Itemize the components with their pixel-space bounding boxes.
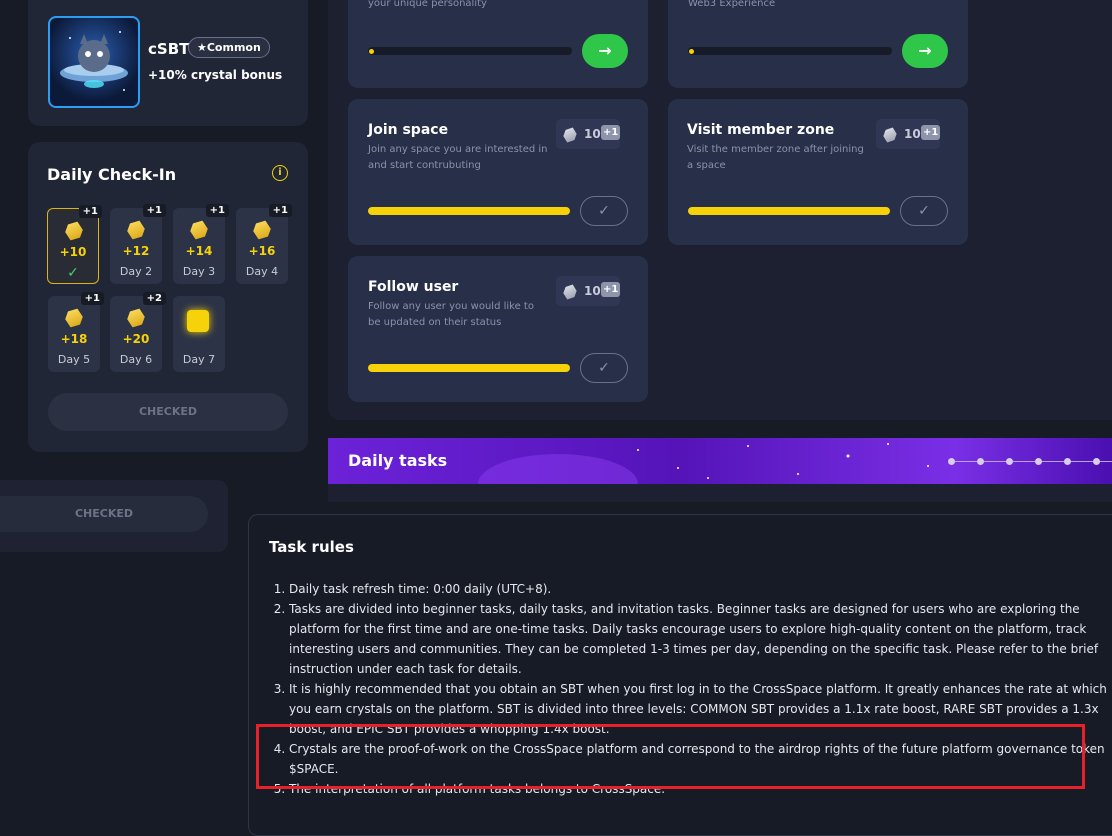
task-desc: Follow any user you would like to be upd… — [368, 301, 534, 328]
checked-button[interactable]: CHECKED — [48, 393, 288, 431]
crystal-icon — [63, 306, 85, 330]
banner-dot — [1064, 458, 1071, 465]
crystal-icon — [125, 218, 147, 242]
day-bonus: +1 — [205, 204, 229, 217]
day-label: Day 4 — [245, 265, 279, 278]
reward-bonus: +1 — [601, 282, 621, 297]
day-amount: +14 — [185, 244, 213, 258]
day-amount: +16 — [248, 244, 276, 258]
checkin-day-2[interactable]: +1 +12 Day 2 — [110, 204, 166, 284]
task-progress-bar — [368, 207, 570, 215]
banner-dot — [1035, 458, 1042, 465]
task-desc: your unique personality — [368, 0, 487, 9]
task-desc: Join any space you are interested in and… — [368, 144, 548, 171]
check-icon: ✓ — [67, 265, 79, 281]
day-bonus: +2 — [142, 292, 166, 305]
day-label: Day 7 — [182, 353, 216, 366]
banner-dot — [977, 458, 984, 465]
ufo-cat-icon — [60, 31, 128, 91]
day-bonus: +1 — [78, 205, 102, 218]
check-icon: ✓ — [918, 203, 930, 219]
task-desc: Visit the member zone after joining a sp… — [687, 144, 864, 171]
sbt-avatar[interactable] — [48, 16, 140, 108]
reward-amount: 10 — [584, 127, 601, 141]
task-progress-bar — [368, 364, 570, 372]
day-bonus: +1 — [268, 204, 292, 217]
day-amount: +12 — [122, 244, 150, 258]
banner-dot — [948, 458, 955, 465]
task-title: Visit member zone — [687, 122, 835, 138]
daily-tasks-panel — [328, 484, 1112, 502]
task-rules-title: Task rules — [269, 538, 354, 556]
arrow-right-icon: → — [598, 41, 612, 60]
task-reward: 10 +1 — [556, 119, 621, 149]
checkin-day-4[interactable]: +1 +16 Day 4 — [236, 204, 292, 284]
rule-item: Tasks are divided into beginner tasks, d… — [289, 599, 1112, 679]
day-bonus: +1 — [80, 292, 104, 305]
day-amount: +20 — [122, 332, 150, 346]
highlight-box — [256, 724, 1085, 789]
crystal-bonus-text: +10% crystal bonus — [148, 68, 283, 82]
reward-amount: 10 — [584, 284, 601, 298]
task-progress-bar — [688, 47, 892, 55]
day-label: Day 3 — [182, 265, 216, 278]
banner-divider — [950, 461, 1112, 462]
checkin-day-3[interactable]: +1 +14 Day 3 — [173, 204, 229, 284]
done-button[interactable]: ✓ — [580, 196, 628, 226]
sbt-name: cSBT — [148, 40, 190, 58]
mystery-box-icon — [187, 310, 209, 332]
check-icon: ✓ — [598, 203, 610, 219]
task-reward: 10 +1 — [556, 276, 621, 306]
crystal-icon — [562, 282, 579, 301]
reward-bonus: +1 — [601, 125, 621, 140]
go-button[interactable]: → — [902, 34, 948, 68]
checkin-day-1[interactable]: +1 +10 ✓ — [47, 205, 102, 284]
crystal-icon — [188, 218, 210, 242]
reward-amount: 10 — [904, 127, 921, 141]
crystal-icon — [63, 219, 85, 243]
day-amount: +10 — [59, 245, 87, 259]
day-label: Day 2 — [119, 265, 153, 278]
checkin-day-7[interactable]: Day 7 — [173, 296, 225, 372]
rule-item: Daily task refresh time: 0:00 daily (UTC… — [289, 579, 1112, 599]
done-button[interactable]: ✓ — [580, 353, 628, 383]
banner-dot — [1093, 458, 1100, 465]
day-amount: +18 — [60, 332, 88, 346]
crystal-icon — [125, 306, 147, 330]
crystal-icon — [251, 218, 273, 242]
task-title: Join space — [368, 122, 449, 138]
done-button[interactable]: ✓ — [900, 196, 948, 226]
crystal-icon — [562, 125, 579, 144]
banner-dot — [1006, 458, 1013, 465]
task-progress-bar — [368, 47, 572, 55]
go-button[interactable]: → — [582, 34, 628, 68]
check-icon: ✓ — [598, 360, 610, 376]
daily-tasks-title: Daily tasks — [348, 451, 448, 470]
ghost-checked-button[interactable]: CHECKED — [0, 496, 208, 532]
day-bonus: +1 — [142, 204, 166, 217]
task-reward: 10 +1 — [876, 119, 941, 149]
crystal-icon — [882, 125, 899, 144]
checkin-day-6[interactable]: +2 +20 Day 6 — [110, 292, 166, 372]
info-icon[interactable]: i — [272, 165, 288, 181]
day-label: Day 5 — [57, 353, 91, 366]
checkin-day-5[interactable]: +1 +18 Day 5 — [48, 292, 104, 372]
rarity-badge: ★Common — [188, 37, 270, 58]
task-title: Follow user — [368, 279, 459, 295]
arrow-right-icon: → — [918, 41, 932, 60]
daily-checkin-title: Daily Check-In — [47, 165, 177, 184]
reward-bonus: +1 — [921, 125, 941, 140]
day-label: Day 6 — [119, 353, 153, 366]
task-progress-bar — [688, 207, 890, 215]
task-desc: Web3 Experience — [688, 0, 776, 9]
